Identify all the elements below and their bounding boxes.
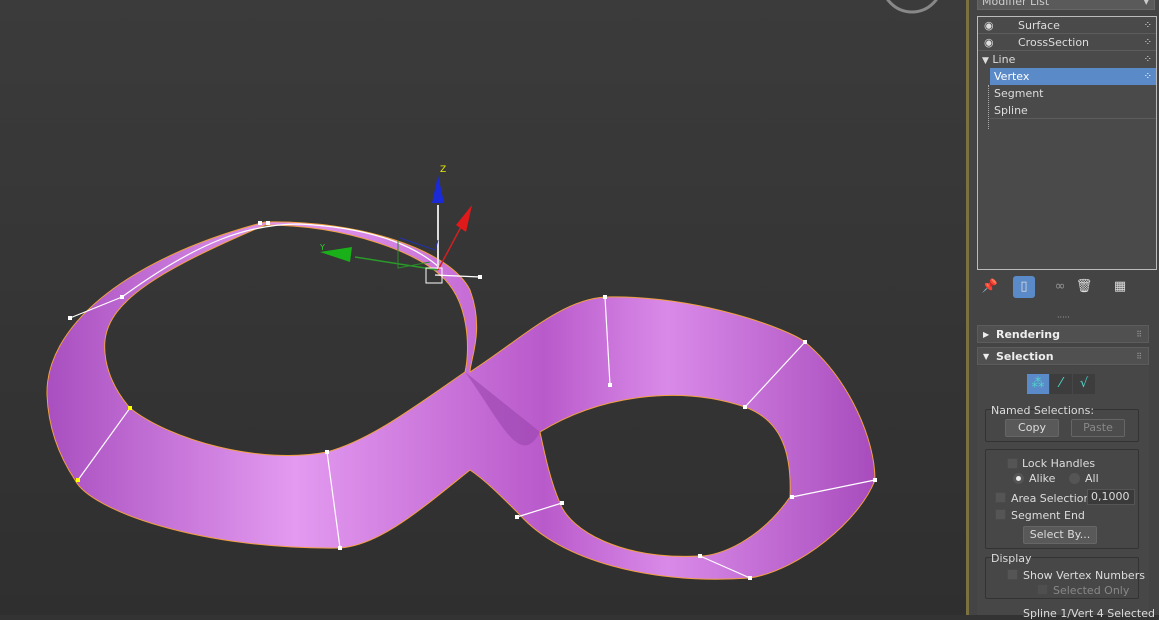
rollout-rendering[interactable]: ▶ Rendering ⠿	[977, 325, 1149, 343]
viewcube-ring[interactable]	[882, 0, 942, 14]
stack-item-label: Line	[992, 53, 1016, 66]
stack-item-label: Spline	[994, 104, 1028, 117]
show-end-result-icon[interactable]: ▯	[1013, 276, 1035, 298]
selected-only-label: Selected Only	[1053, 584, 1130, 597]
eye-icon[interactable]: ◉	[984, 34, 994, 51]
segment-end-checkbox[interactable]	[995, 509, 1006, 520]
lock-handles-label: Lock Handles	[1022, 457, 1096, 470]
figure-eight-ribbon[interactable]	[46, 221, 877, 580]
display-label: Display	[991, 552, 1032, 565]
configure-sets-icon[interactable]: ▦	[1109, 276, 1131, 298]
collapsed-triangle-icon: ▶	[983, 330, 990, 339]
stack-item-line[interactable]: ▼ Line ⁘	[978, 51, 1156, 68]
stack-item-segment[interactable]: Segment	[990, 85, 1156, 102]
command-panel: Modifier List ▾ ◉ Surface ⁘ ◉ CrossSection ⁘ …	[966, 0, 1159, 620]
move-gizmo[interactable]: Z Y	[319, 165, 472, 284]
vertex-level-icon[interactable]: ⁂	[1027, 374, 1049, 394]
modifier-stack[interactable]: ◉ Surface ⁘ ◉ CrossSection ⁘ ▼ Line ⁘ Vertex ⁘…	[977, 16, 1157, 270]
expand-triangle-icon[interactable]: ▼	[982, 56, 989, 66]
rollout-selection[interactable]: ▼ Selection ⠿	[977, 347, 1149, 365]
modifier-dots-icon: ⁘	[1143, 37, 1152, 48]
gizmo-z-label: Z	[440, 165, 446, 175]
alike-radio[interactable]	[1013, 473, 1024, 484]
perspective-viewport[interactable]: Z Y	[0, 0, 966, 615]
grip-icon: ⠿	[1136, 352, 1142, 361]
stack-item-spline[interactable]: Spline	[990, 102, 1156, 119]
area-selection-spinner[interactable]: 0,1000	[1087, 489, 1135, 505]
stack-item-label: Surface	[1018, 19, 1060, 32]
trash-icon[interactable]: 🗑	[1073, 276, 1095, 298]
stack-item-label: CrossSection	[1018, 36, 1090, 49]
segment-end-label: Segment End	[1011, 509, 1085, 522]
select-by-button[interactable]: Select By...	[1023, 526, 1097, 544]
stack-item-label: Vertex	[994, 70, 1030, 83]
show-vertex-numbers-label: Show Vertex Numbers	[1023, 569, 1145, 582]
pin-icon[interactable]: 📌	[979, 276, 1001, 298]
selection-status: Spline 1/Vert 4 Selected	[1023, 607, 1155, 620]
modifier-list-label: Modifier List	[982, 0, 1050, 8]
modifier-dots-icon: ⁘	[1143, 20, 1152, 31]
area-selection-checkbox[interactable]	[995, 492, 1006, 503]
all-label: All	[1085, 472, 1099, 485]
alike-label: Alike	[1029, 472, 1056, 485]
named-selections-label: Named Selections:	[991, 404, 1095, 417]
selected-only-checkbox[interactable]	[1037, 584, 1048, 595]
segment-level-icon[interactable]: ⁄	[1050, 374, 1072, 394]
spline-level-icon[interactable]: √	[1073, 374, 1095, 394]
paste-button[interactable]: Paste	[1071, 419, 1125, 437]
gizmo-y-label: Y	[319, 243, 325, 252]
modifier-dots-icon: ⁘	[1143, 54, 1152, 65]
rollout-title: Selection	[996, 350, 1054, 363]
modifier-dots-icon: ⁘	[1143, 71, 1152, 82]
panel-resize-grip[interactable]: ·····	[1057, 313, 1070, 322]
show-vertex-numbers-checkbox[interactable]	[1007, 569, 1018, 580]
eye-icon[interactable]: ◉	[984, 17, 994, 34]
area-selection-label: Area Selection	[1011, 492, 1091, 505]
stack-item-label: Segment	[994, 87, 1044, 100]
area-value: 0,1000	[1091, 490, 1130, 503]
selection-rollout-body: ⁂ ⁄ √ Named Selections: Copy Paste Lock …	[977, 366, 1155, 620]
chevron-down-icon: ▾	[1143, 0, 1149, 8]
expanded-triangle-icon: ▼	[983, 352, 990, 361]
modifier-list-dropdown[interactable]: Modifier List ▾	[977, 0, 1155, 10]
all-radio[interactable]	[1069, 473, 1080, 484]
make-unique-icon[interactable]: ∞	[1049, 276, 1071, 298]
stack-item-surface[interactable]: ◉ Surface ⁘	[978, 17, 1156, 34]
stack-item-vertex[interactable]: Vertex ⁘	[990, 68, 1156, 85]
rollout-title: Rendering	[996, 328, 1060, 341]
tree-connector	[988, 85, 989, 129]
lock-handles-checkbox[interactable]	[1007, 458, 1018, 469]
copy-button[interactable]: Copy	[1005, 419, 1059, 437]
stack-item-crosssection[interactable]: ◉ CrossSection ⁘	[978, 34, 1156, 51]
grip-icon: ⠿	[1136, 330, 1142, 339]
stack-toolbar: 📌 ▯ ∞ 🗑 ▦	[977, 276, 1157, 300]
